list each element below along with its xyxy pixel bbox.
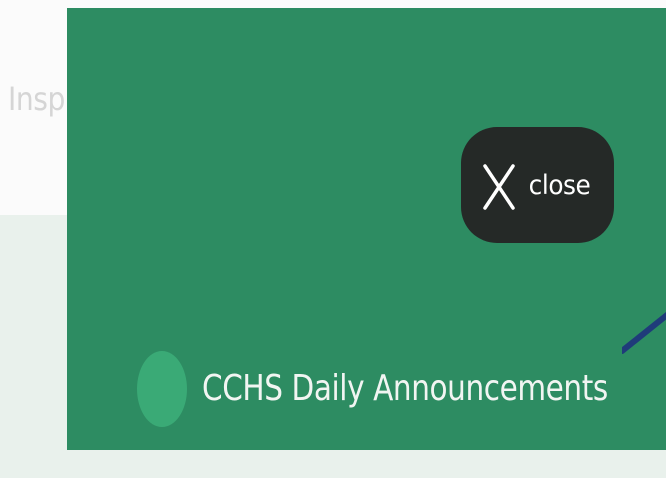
close-icon: [482, 163, 516, 211]
channel-panel: close CCHS Daily Announcements: [67, 8, 666, 450]
channel-avatar[interactable]: [137, 351, 187, 427]
background-page-title: Insp: [8, 80, 65, 118]
pointer-line: [622, 311, 666, 354]
channel-name[interactable]: CCHS Daily Announcements: [202, 368, 608, 409]
screen: Insp close CCHS Daily Announcements: [0, 0, 666, 478]
close-label: close: [528, 169, 591, 201]
close-button[interactable]: close: [461, 127, 614, 243]
